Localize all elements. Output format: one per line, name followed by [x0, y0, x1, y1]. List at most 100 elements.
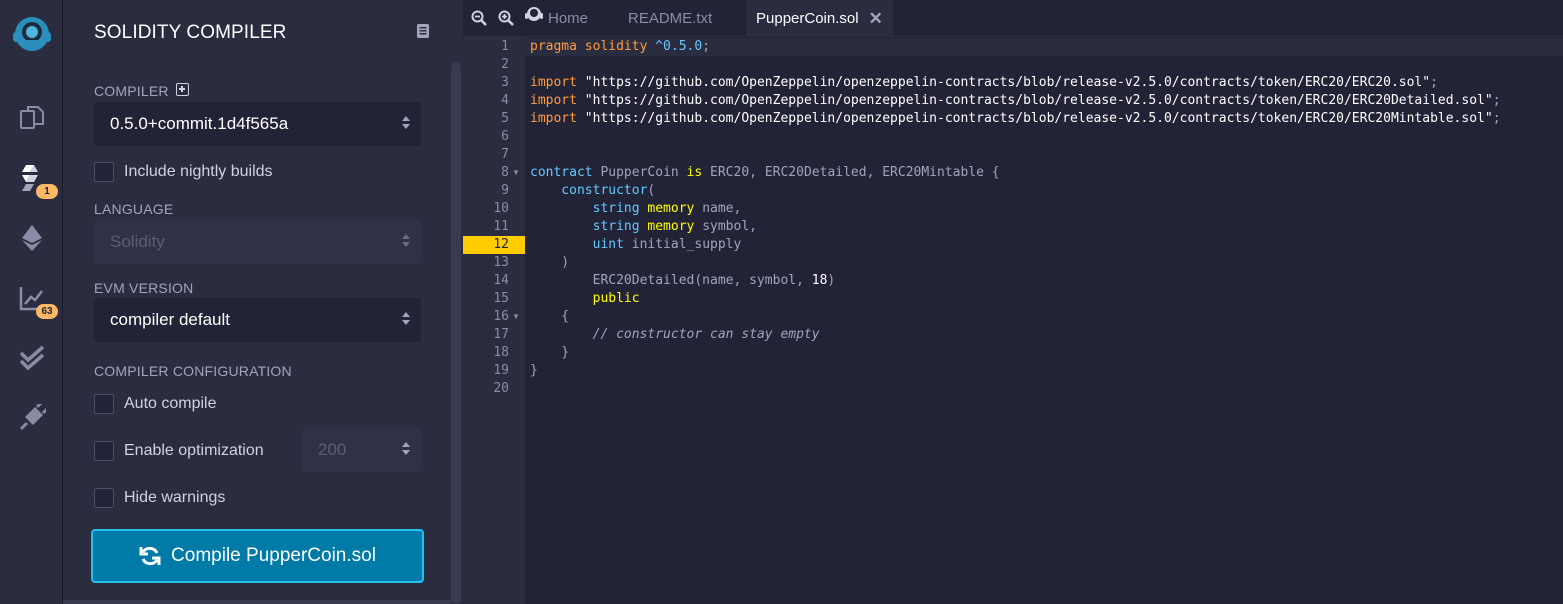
panel-footer [63, 600, 451, 604]
tab-puppercoin-label: PupperCoin.sol [756, 10, 859, 27]
panel-scrollbar[interactable] [451, 62, 461, 604]
line-number[interactable]: 7 [463, 146, 525, 164]
code-line[interactable]: string memory name, [525, 200, 1563, 218]
panel-title: SOLIDITY COMPILER [94, 22, 287, 43]
code-token: ) [827, 273, 836, 288]
code-token: initial_supply [631, 237, 742, 252]
code-token: } [530, 345, 570, 360]
code-token: "https://github.com/OpenZeppelin/openzep… [584, 75, 1431, 90]
line-number[interactable]: 3 [463, 74, 525, 92]
code-line[interactable] [525, 146, 1563, 164]
line-number[interactable]: 15 [463, 290, 525, 308]
add-compiler-icon[interactable] [176, 83, 189, 96]
line-number[interactable]: 11 [463, 218, 525, 236]
testing-icon[interactable] [0, 334, 63, 382]
checkbox-box[interactable] [94, 488, 114, 508]
line-number[interactable]: 18 [463, 344, 525, 362]
auto-compile-label: Auto compile [124, 395, 217, 412]
nightly-builds-checkbox[interactable]: Include nightly builds [94, 161, 273, 183]
code-line[interactable]: } [525, 344, 1563, 362]
compiler-version-select[interactable]: 0.5.0+commit.1d4f565a [94, 102, 421, 146]
file-explorers-icon[interactable] [0, 94, 63, 142]
code-line[interactable]: uint initial_supply [525, 236, 1563, 254]
checkbox-box[interactable] [94, 441, 114, 461]
compiler-badge: 1 [36, 184, 58, 199]
zoom-in-icon[interactable] [498, 10, 514, 31]
code-token: name, [702, 201, 742, 216]
enable-optimization-label: Enable optimization [124, 442, 264, 459]
line-number[interactable]: 5 [463, 110, 525, 128]
code-token: ; [1492, 93, 1501, 108]
line-number[interactable]: 14 [463, 272, 525, 290]
code-line[interactable]: import "https://github.com/OpenZeppelin/… [525, 74, 1563, 92]
code-token: ERC20Detailed(name, symbol, [530, 273, 812, 288]
code-token: } [530, 363, 538, 378]
fold-toggle-icon[interactable]: ▼ [512, 308, 520, 326]
code-line[interactable]: // constructor can stay empty [525, 326, 1563, 344]
code-line[interactable]: contract PupperCoin is ERC20, ERC20Detai… [525, 164, 1563, 182]
code-token: // constructor can stay empty [530, 327, 820, 342]
line-number[interactable]: 17 [463, 326, 525, 344]
line-number[interactable]: 2 [463, 56, 525, 74]
line-number[interactable]: 12 [463, 236, 525, 254]
code-line[interactable]: { [525, 308, 1563, 326]
code-line[interactable] [525, 380, 1563, 398]
code-line[interactable]: pragma solidity ^0.5.0; [525, 38, 1563, 56]
evm-version-select[interactable]: compiler default [94, 298, 421, 342]
compile-button[interactable]: Compile PupperCoin.sol [91, 529, 424, 583]
tab-home[interactable]: Home [523, 0, 588, 37]
code-line[interactable]: import "https://github.com/OpenZeppelin/… [525, 110, 1563, 128]
compiler-label: COMPILER [94, 83, 169, 99]
compiler-configuration-label: COMPILER CONFIGURATION [94, 363, 292, 379]
documentation-icon[interactable] [416, 23, 430, 44]
code-line[interactable]: ) [525, 254, 1563, 272]
checkbox-box[interactable] [94, 394, 114, 414]
code-token: ERC20, ERC20Detailed, ERC20Mintable { [710, 165, 1000, 180]
deploy-run-icon[interactable] [0, 214, 63, 262]
line-number[interactable]: 9 [463, 182, 525, 200]
line-number[interactable]: 1 [463, 38, 525, 56]
code-line[interactable] [525, 56, 1563, 74]
code-token: ; [702, 39, 711, 54]
code-line[interactable]: } [525, 362, 1563, 380]
code-token: public [530, 291, 640, 306]
code-line[interactable]: public [525, 290, 1563, 308]
select-caret-icon [402, 234, 410, 247]
home-logo-icon [525, 6, 543, 21]
code-editor[interactable]: pragma solidity ^0.5.0; import "https://g… [525, 37, 1563, 604]
code-line[interactable]: string memory symbol, [525, 218, 1563, 236]
language-label: LANGUAGE [94, 201, 174, 217]
code-line[interactable] [525, 128, 1563, 146]
remix-logo-icon[interactable] [0, 10, 63, 58]
nightly-builds-label: Include nightly builds [124, 163, 273, 180]
line-number[interactable]: 20 [463, 380, 525, 398]
code-token: "https://github.com/OpenZeppelin/openzep… [584, 111, 1493, 126]
code-token: PupperCoin [600, 165, 687, 180]
code-token: import [530, 75, 585, 90]
code-token: pragma solidity [530, 39, 656, 54]
checkbox-box[interactable] [94, 162, 114, 182]
code-token: uint [530, 237, 632, 252]
code-token: contract [530, 165, 601, 180]
code-token: is [686, 165, 711, 180]
line-number[interactable]: 6 [463, 128, 525, 146]
line-number[interactable]: 4 [463, 92, 525, 110]
line-number[interactable]: 10 [463, 200, 525, 218]
code-token: string [530, 201, 648, 216]
refresh-icon [139, 546, 161, 566]
code-line[interactable]: ERC20Detailed(name, symbol, 18) [525, 272, 1563, 290]
hide-warnings-checkbox[interactable]: Hide warnings [94, 487, 225, 509]
zoom-out-icon[interactable] [471, 10, 487, 31]
enable-optimization-checkbox[interactable]: Enable optimization [94, 440, 264, 462]
code-line[interactable]: constructor( [525, 182, 1563, 200]
close-icon[interactable]: ✕ [869, 9, 883, 29]
tab-readme[interactable]: README.txt [628, 0, 712, 37]
plugin-manager-icon[interactable] [0, 394, 63, 442]
code-line[interactable]: import "https://github.com/OpenZeppelin/… [525, 92, 1563, 110]
evm-version-label: EVM VERSION [94, 280, 194, 296]
line-number[interactable]: 19 [463, 362, 525, 380]
auto-compile-checkbox[interactable]: Auto compile [94, 393, 217, 415]
fold-toggle-icon[interactable]: ▼ [512, 164, 520, 182]
tab-puppercoin[interactable]: PupperCoin.sol ✕ [746, 0, 893, 37]
line-number[interactable]: 13 [463, 254, 525, 272]
